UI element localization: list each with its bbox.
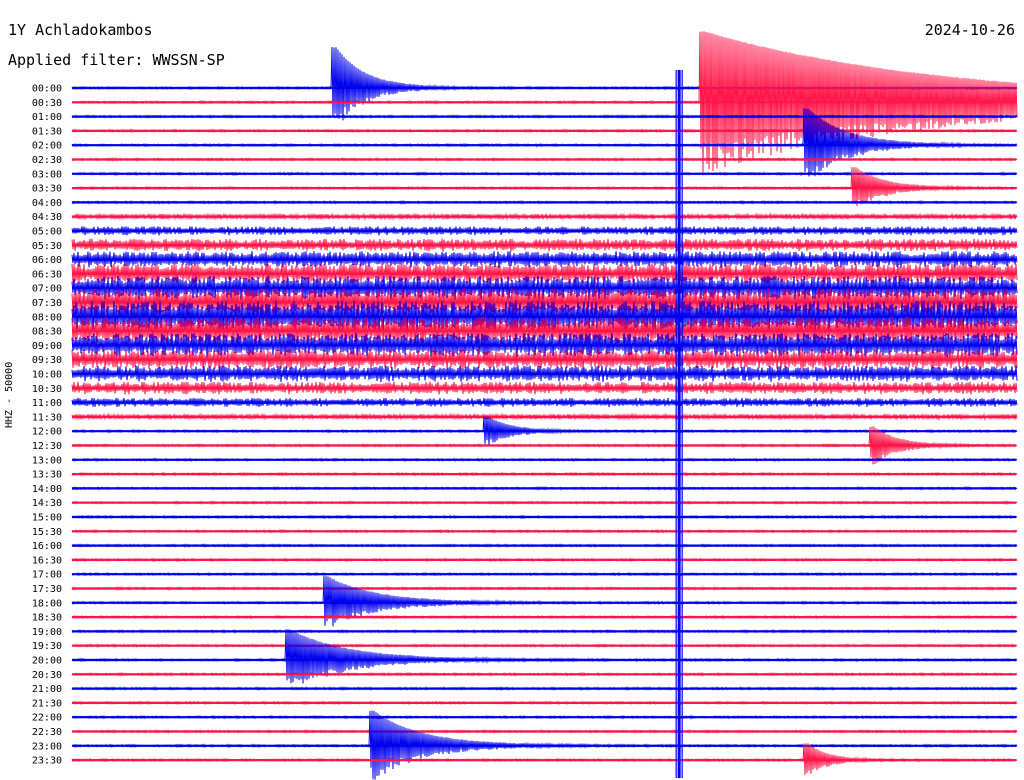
time-label: 23:00 — [32, 741, 62, 752]
time-label: 06:30 — [32, 269, 62, 280]
time-label: 12:30 — [32, 441, 62, 452]
time-label: 23:30 — [32, 756, 62, 767]
time-label: 02:00 — [32, 141, 62, 152]
time-label: 08:30 — [32, 327, 62, 338]
trace-group — [71, 31, 1018, 780]
time-label: 11:30 — [32, 412, 62, 423]
time-label: 22:30 — [32, 727, 62, 738]
time-label: 18:00 — [32, 598, 62, 609]
time-label: 06:00 — [32, 255, 62, 266]
time-label: 00:30 — [32, 98, 62, 109]
time-label: 20:30 — [32, 670, 62, 681]
time-label: 16:30 — [32, 555, 62, 566]
time-label: 02:30 — [32, 155, 62, 166]
time-label: 19:00 — [32, 627, 62, 638]
time-label: 15:00 — [32, 513, 62, 524]
time-label: 16:00 — [32, 541, 62, 552]
time-label: 07:00 — [32, 284, 62, 295]
time-label: 13:00 — [32, 455, 62, 466]
time-label: 01:00 — [32, 112, 62, 123]
time-label: 04:30 — [32, 212, 62, 223]
time-label: 05:30 — [32, 241, 62, 252]
time-label: 17:30 — [32, 584, 62, 595]
time-label-group: 00:00 00:30 01:00 01:30 02:00 02:30 03:00 03:30… — [32, 84, 62, 767]
time-label: 20:00 — [32, 656, 62, 667]
time-label: 08:00 — [32, 312, 62, 323]
time-label: 11:00 — [32, 398, 62, 409]
trace-1800 — [71, 575, 1018, 627]
time-label: 15:30 — [32, 527, 62, 538]
time-label: 21:30 — [32, 698, 62, 709]
time-label: 00:00 — [32, 84, 62, 95]
time-label: 19:30 — [32, 641, 62, 652]
time-label: 22:00 — [32, 713, 62, 724]
time-label: 12:00 — [32, 427, 62, 438]
time-label: 10:30 — [32, 384, 62, 395]
time-label: 03:00 — [32, 169, 62, 180]
time-label: 10:00 — [32, 370, 62, 381]
time-label: 17:00 — [32, 570, 62, 581]
time-label: 07:30 — [32, 298, 62, 309]
time-label: 05:00 — [32, 227, 62, 238]
time-label: 03:30 — [32, 184, 62, 195]
time-label: 21:00 — [32, 684, 62, 695]
time-label: 13:30 — [32, 470, 62, 481]
helicorder-plot: 00:00 00:30 01:00 01:30 02:00 02:30 03:00 03:30… — [32, 31, 1018, 780]
time-label: 14:30 — [32, 498, 62, 509]
time-label: 01:30 — [32, 126, 62, 137]
time-label: 09:00 — [32, 341, 62, 352]
time-label: 04:00 — [32, 198, 62, 209]
time-label: 14:00 — [32, 484, 62, 495]
time-label: 18:30 — [32, 613, 62, 624]
time-label: 09:30 — [32, 355, 62, 366]
